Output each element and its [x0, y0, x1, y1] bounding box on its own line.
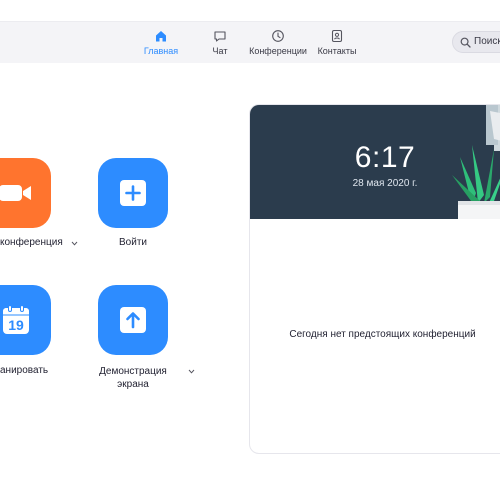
share-screen-button[interactable] — [98, 285, 168, 355]
tab-meetings-label: Конференции — [249, 46, 307, 56]
chevron-down-icon[interactable] — [71, 241, 78, 246]
join-label: Войти — [119, 237, 147, 248]
no-meetings-message: Сегодня нет предстоящих конференций — [289, 329, 476, 340]
tab-chat[interactable]: Чат — [190, 29, 250, 61]
share-arrow-icon — [120, 307, 146, 333]
calendar-day: 19 — [8, 317, 24, 333]
chat-icon — [214, 31, 226, 42]
current-time: 6:17 — [354, 141, 416, 174]
search-icon — [460, 37, 471, 48]
clock-icon — [272, 30, 284, 42]
title-strip — [0, 0, 500, 22]
search-placeholder: Поиск — [474, 36, 500, 47]
calendar-icon: 19 — [3, 305, 29, 334]
tab-meetings[interactable]: Конференции — [248, 29, 308, 61]
upcoming-meetings-card: 6:17 28 мая 2020 г. Сегодня нет предстоя… — [249, 104, 500, 454]
schedule-label: анировать — [0, 365, 49, 376]
tab-contacts[interactable]: Контакты — [307, 29, 367, 61]
tab-contacts-label: Контакты — [317, 46, 357, 56]
new-meeting-label: конференция — [0, 237, 63, 248]
video-camera-icon — [0, 185, 31, 201]
new-meeting-button[interactable] — [0, 158, 51, 228]
schedule-button[interactable]: 19 — [0, 285, 51, 355]
tab-home[interactable]: Главная — [131, 29, 191, 61]
current-date: 28 мая 2020 г. — [352, 178, 418, 189]
plus-icon — [120, 180, 146, 206]
contacts-icon — [331, 29, 343, 43]
card-header: 6:17 28 мая 2020 г. — [250, 105, 500, 219]
plant-illustration — [452, 105, 500, 219]
chevron-down-icon[interactable] — [188, 369, 195, 374]
tab-home-label: Главная — [143, 46, 179, 56]
join-button[interactable] — [98, 158, 168, 228]
search-input[interactable]: Поиск — [452, 31, 500, 53]
home-icon — [156, 31, 166, 42]
tab-chat-label: Чат — [212, 46, 228, 56]
share-screen-label: Демонстрация экрана — [99, 366, 167, 390]
